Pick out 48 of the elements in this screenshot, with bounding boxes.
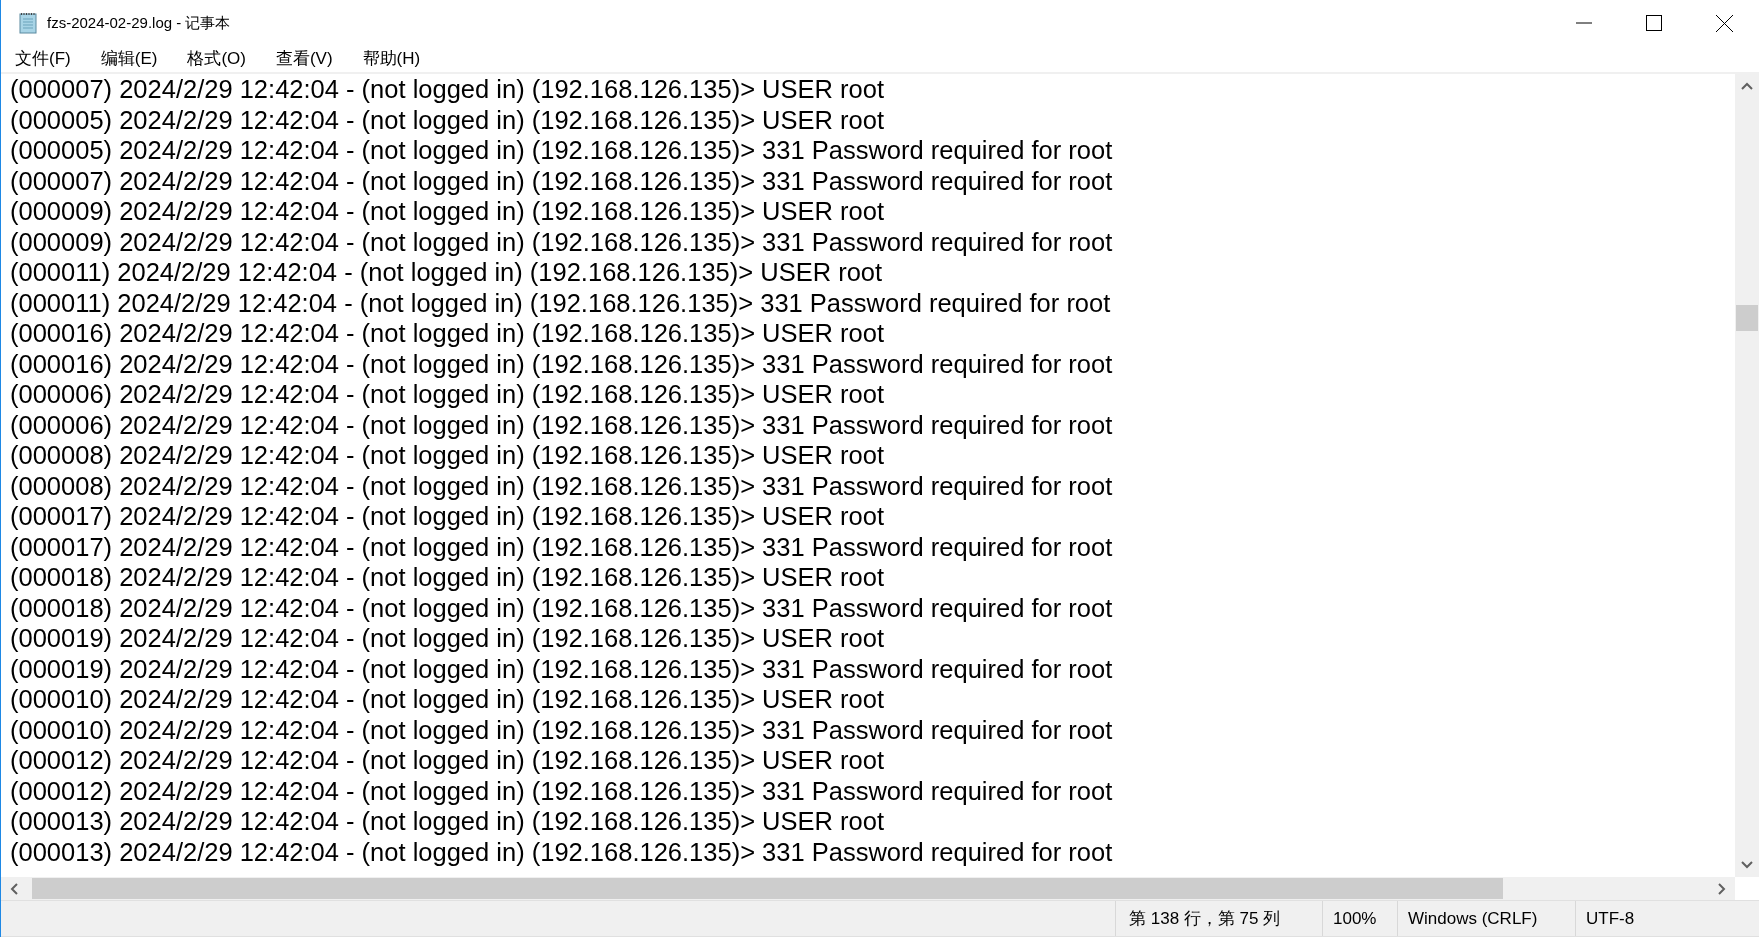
log-line: (000012) 2024/2/29 12:42:04 - (not logged in) (192.168.126.135)> USER root	[10, 745, 884, 776]
encoding: UTF-8	[1586, 907, 1635, 930]
menu-item[interactable]: 查看(V)	[269, 47, 339, 71]
scrollbar-thumb[interactable]	[32, 878, 1503, 899]
notepad-icon	[17, 12, 39, 34]
log-line: (000013) 2024/2/29 12:42:04 - (not logged in) (192.168.126.135)> 331 Password required for root	[10, 836, 1113, 867]
log-line: (000018) 2024/2/29 12:42:04 - (not logged in) (192.168.126.135)> 331 Password required for root	[10, 592, 1113, 623]
log-line: (000013) 2024/2/29 12:42:04 - (not logged in) (192.168.126.135)> USER root	[10, 806, 884, 837]
minimize-icon	[1576, 22, 1592, 24]
horizontal-scrollbar[interactable]	[1, 877, 1735, 900]
log-line: (000010) 2024/2/29 12:42:04 - (not logged in) (192.168.126.135)> USER root	[10, 684, 884, 715]
log-line: (000016) 2024/2/29 12:42:04 - (not logged in) (192.168.126.135)> USER root	[10, 318, 884, 349]
vertical-scrollbar[interactable]	[1735, 74, 1759, 877]
cursor-position: 第 138 行，第 75 列	[1129, 907, 1281, 930]
menu-item[interactable]: 帮助(H)	[356, 47, 427, 71]
scroll-up-icon[interactable]	[1741, 82, 1753, 90]
zoom-level: 100%	[1333, 907, 1377, 930]
log-line: (000008) 2024/2/29 12:42:04 - (not logged in) (192.168.126.135)> USER root	[10, 440, 884, 471]
menu-item[interactable]: 格式(O)	[181, 47, 252, 71]
log-line: (000018) 2024/2/29 12:42:04 - (not logged in) (192.168.126.135)> USER root	[10, 562, 884, 593]
log-line: (000019) 2024/2/29 12:42:04 - (not logged in) (192.168.126.135)> 331 Password required for root	[10, 653, 1113, 684]
log-line: (000009) 2024/2/29 12:42:04 - (not logged in) (192.168.126.135)> 331 Password required for root	[10, 226, 1113, 257]
log-line: (000007) 2024/2/29 12:42:04 - (not logged in) (192.168.126.135)> USER root	[10, 74, 884, 105]
menu-item[interactable]: 文件(F)	[9, 47, 77, 71]
window-title: fzs-2024-02-29.log - 记事本	[47, 12, 231, 33]
log-line: (000007) 2024/2/29 12:42:04 - (not logged in) (192.168.126.135)> 331 Password required for root	[10, 165, 1113, 196]
scroll-left-icon[interactable]	[10, 883, 18, 895]
log-line: (000011) 2024/2/29 12:42:04 - (not logged in) (192.168.126.135)> 331 Password required for root	[10, 287, 1111, 318]
scrollbar-thumb[interactable]	[1736, 305, 1758, 331]
line-ending: Windows (CRLF)	[1408, 907, 1538, 930]
close-icon	[1715, 14, 1733, 32]
log-line: (000006) 2024/2/29 12:42:04 - (not logged in) (192.168.126.135)> USER root	[10, 379, 884, 410]
log-line: (000005) 2024/2/29 12:42:04 - (not logged in) (192.168.126.135)> USER root	[10, 104, 884, 135]
log-line: (000016) 2024/2/29 12:42:04 - (not logged in) (192.168.126.135)> 331 Password required for root	[10, 348, 1113, 379]
menu-item[interactable]: 编辑(E)	[94, 47, 164, 71]
log-line: (000012) 2024/2/29 12:42:04 - (not logged in) (192.168.126.135)> 331 Password required for root	[10, 775, 1113, 806]
log-line: (000017) 2024/2/29 12:42:04 - (not logged in) (192.168.126.135)> USER root	[10, 501, 884, 532]
log-line: (000009) 2024/2/29 12:42:04 - (not logged in) (192.168.126.135)> USER root	[10, 196, 884, 227]
log-line: (000005) 2024/2/29 12:42:04 - (not logged in) (192.168.126.135)> 331 Password required for root	[10, 135, 1113, 166]
log-line: (000006) 2024/2/29 12:42:04 - (not logged in) (192.168.126.135)> 331 Password required for root	[10, 409, 1113, 440]
log-line: (000017) 2024/2/29 12:42:04 - (not logged in) (192.168.126.135)> 331 Password required for root	[10, 531, 1113, 562]
log-line: (000011) 2024/2/29 12:42:04 - (not logged in) (192.168.126.135)> USER root	[10, 257, 883, 288]
maximize-icon	[1646, 15, 1662, 31]
scroll-right-icon[interactable]	[1718, 883, 1726, 895]
log-line: (000019) 2024/2/29 12:42:04 - (not logged in) (192.168.126.135)> USER root	[10, 623, 884, 654]
log-line: (000010) 2024/2/29 12:42:04 - (not logged in) (192.168.126.135)> 331 Password required for root	[10, 714, 1113, 745]
log-line: (000008) 2024/2/29 12:42:04 - (not logged in) (192.168.126.135)> 331 Password required for root	[10, 470, 1113, 501]
scroll-down-icon[interactable]	[1741, 861, 1753, 869]
